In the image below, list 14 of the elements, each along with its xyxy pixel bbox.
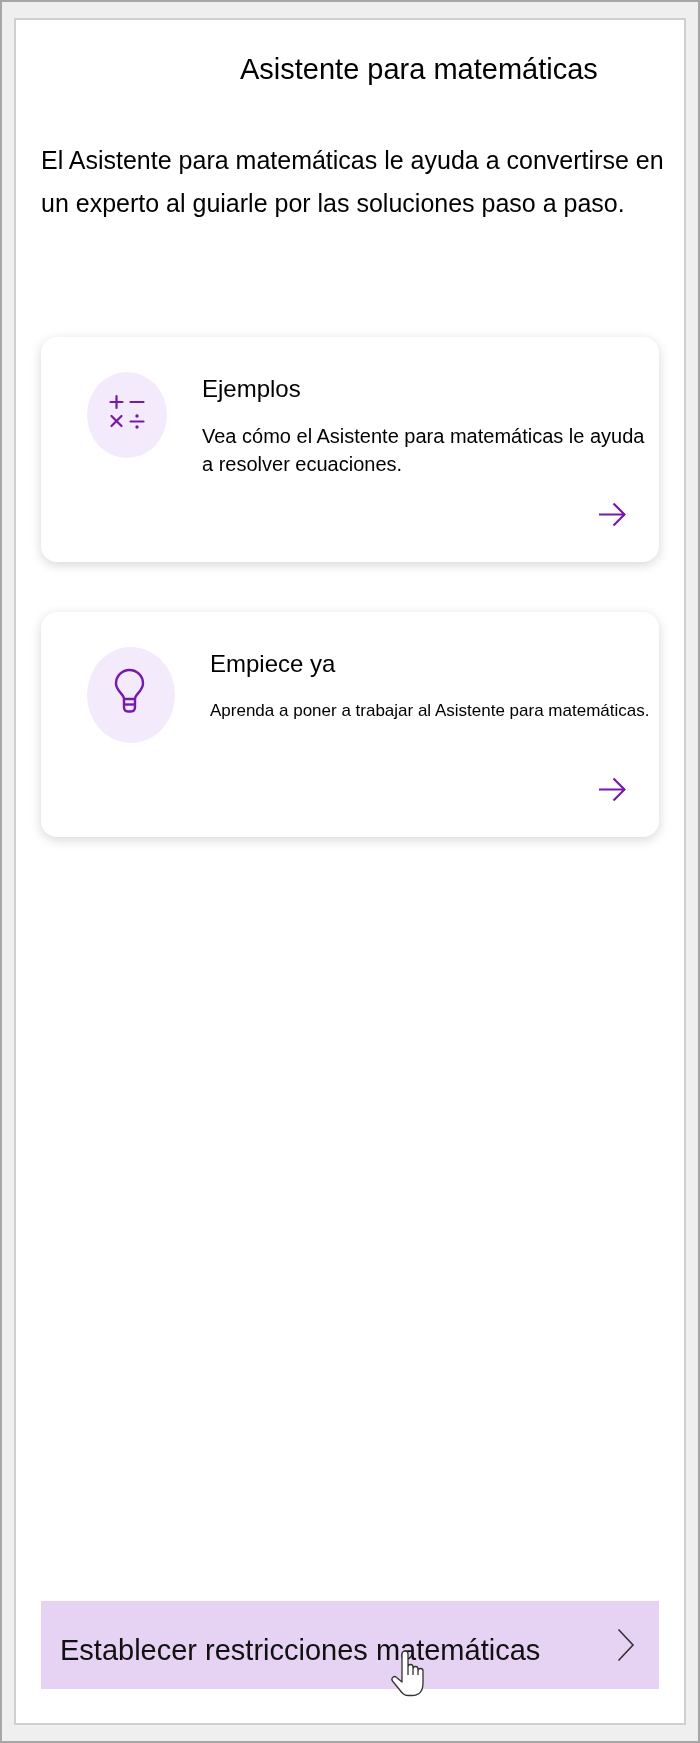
lightbulb-icon <box>87 647 175 743</box>
math-operators-icon <box>87 372 167 458</box>
constraints-button[interactable]: Establecer restricciones matemáticas <box>41 1601 659 1689</box>
feature-card[interactable]: Ejemplos Vea cómo el Asistente para matemáticas le ayuda a resolver ecuaciones. <box>41 337 659 562</box>
pane-title: Asistente para matemáticas <box>240 52 598 86</box>
chevron-right-icon <box>617 1628 635 1662</box>
arrow-right-icon <box>598 777 626 802</box>
card-description: Aprenda a poner a trabajar al Asistente para matemáticas. <box>210 700 650 722</box>
card-title: Ejemplos <box>202 375 301 403</box>
intro-text: El Asistente para matemáticas le ayuda a convertirse en un experto al guiarle por las soluciones paso a paso. <box>41 145 665 219</box>
arrow-right-icon <box>598 502 626 527</box>
feature-card[interactable]: Empiece ya Aprenda a poner a trabajar al Asistente para matemáticas. <box>41 612 659 837</box>
card-title: Empiece ya <box>210 650 336 678</box>
card-description: Vea cómo el Asistente para matemáticas le ayuda a resolver ecuaciones. <box>202 424 646 477</box>
